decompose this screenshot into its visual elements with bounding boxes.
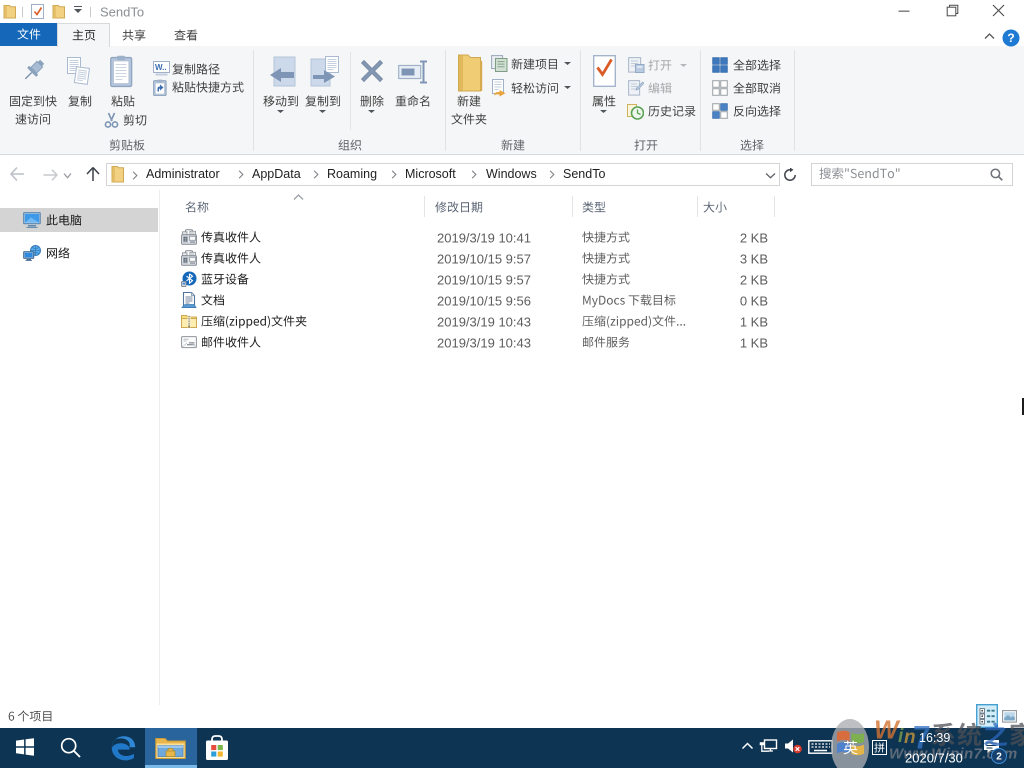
svg-text:?: ? <box>1007 31 1014 45</box>
svg-text:W..: W.. <box>155 63 167 72</box>
